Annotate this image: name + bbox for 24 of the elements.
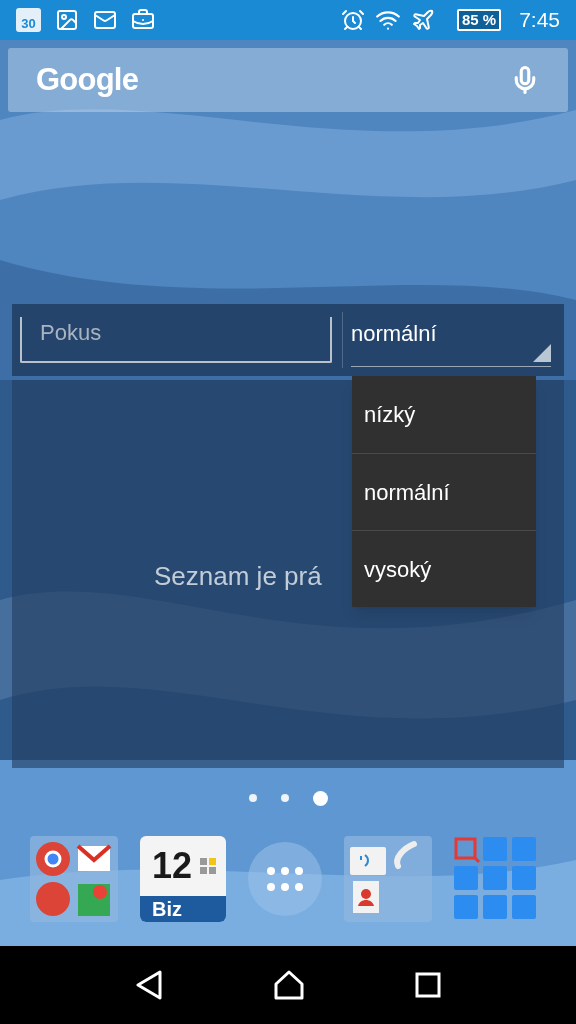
text-field[interactable]: Pokus bbox=[20, 317, 332, 363]
battery-indicator: 85 % bbox=[456, 9, 502, 31]
recents-icon[interactable] bbox=[415, 972, 441, 998]
alarm-icon bbox=[340, 8, 365, 32]
app-grid-icon bbox=[266, 867, 304, 891]
back-icon[interactable] bbox=[135, 970, 163, 1000]
text-input[interactable]: Pokus bbox=[40, 316, 312, 349]
briefcase-icon bbox=[131, 8, 155, 32]
priority-dropdown[interactable]: normální bbox=[351, 313, 551, 367]
app-folder-icon[interactable] bbox=[344, 836, 432, 922]
dropdown-option[interactable]: normální bbox=[352, 453, 536, 530]
home-icon[interactable] bbox=[273, 970, 305, 1000]
picture-icon bbox=[55, 8, 79, 32]
calendar-notification-icon: 30 bbox=[16, 8, 41, 32]
app-folder-icon[interactable] bbox=[30, 836, 118, 922]
mail-icon bbox=[93, 8, 117, 32]
airplane-icon bbox=[410, 8, 435, 32]
google-logo: Google bbox=[36, 60, 139, 99]
dropdown-arrow-icon bbox=[533, 344, 551, 362]
clock-time: 7:45 bbox=[519, 7, 560, 34]
dropdown-option[interactable]: vysoký bbox=[352, 530, 536, 607]
empty-list-message: Seznam je prá bbox=[154, 559, 322, 593]
dropdown-option[interactable]: nízký bbox=[352, 376, 536, 453]
calendar-app-icon[interactable]: 12 Biz bbox=[140, 836, 226, 922]
